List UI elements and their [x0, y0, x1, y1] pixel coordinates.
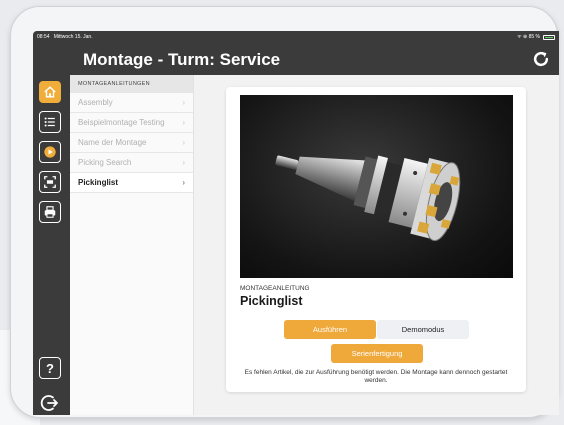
- assembly-card: MONTAGEANLEITUNG Pickinglist Ausführen D…: [226, 87, 526, 392]
- list-item-label: Beispielmontage Testing: [78, 118, 165, 127]
- logout-icon: [40, 395, 58, 411]
- app-header: Montage - Turm: Service: [33, 43, 559, 75]
- list-item-label: Picking Search: [78, 158, 132, 167]
- list-item-beispielmontage[interactable]: Beispielmontage Testing ›: [70, 113, 193, 133]
- status-time: 08:54: [37, 34, 50, 40]
- side-rail: ?: [33, 75, 70, 415]
- list-item-name-der-montage[interactable]: Name der Montage ›: [70, 133, 193, 153]
- status-bar: 08:54 Mittwoch 15. Jan. ᯤ ⊕ 85 %: [33, 31, 559, 43]
- status-indicators: ᯤ ⊕ 85 %: [517, 34, 540, 40]
- status-date: Mittwoch 15. Jan.: [53, 34, 93, 40]
- list-item-assembly[interactable]: Assembly ›: [70, 93, 193, 113]
- detail-content: MONTAGEANLEITUNG Pickinglist Ausführen D…: [194, 75, 559, 415]
- list-icon: [44, 117, 55, 127]
- chevron-right-icon: ›: [182, 178, 185, 187]
- nav-play-button[interactable]: [39, 141, 61, 163]
- chevron-right-icon: ›: [182, 118, 185, 127]
- chevron-right-icon: ›: [182, 138, 185, 147]
- list-item-label: Name der Montage: [78, 138, 147, 147]
- milling-tool-illustration: [275, 155, 461, 242]
- logout-button[interactable]: [40, 393, 60, 413]
- demo-mode-button[interactable]: Demomodus: [377, 320, 469, 339]
- nav-scan-button[interactable]: [39, 171, 61, 193]
- chevron-right-icon: ›: [182, 98, 185, 107]
- nav-print-button[interactable]: [39, 201, 61, 223]
- list-item-label: Pickinglist: [78, 178, 119, 187]
- list-item-label: Assembly: [78, 98, 113, 107]
- refresh-button[interactable]: [531, 49, 551, 69]
- refresh-icon: [533, 51, 549, 67]
- tablet-frame: 08:54 Mittwoch 15. Jan. ᯤ ⊕ 85 % Montage…: [10, 6, 559, 418]
- nav-list-button[interactable]: [39, 111, 61, 133]
- list-item-pickinglist[interactable]: Pickinglist ›: [70, 173, 193, 193]
- print-icon: [44, 206, 56, 218]
- missing-articles-warning: Es fehlen Artikel, die zur Ausführung be…: [244, 369, 508, 384]
- battery-icon: [543, 34, 555, 40]
- nav-home-button[interactable]: [39, 81, 61, 103]
- execute-button[interactable]: Ausführen: [284, 320, 376, 339]
- card-title: Pickinglist: [240, 294, 303, 308]
- list-header: MONTAGEANLEITUNGEN: [70, 75, 193, 93]
- page-title: Montage - Turm: Service: [83, 50, 281, 69]
- help-button[interactable]: ?: [39, 357, 61, 379]
- home-icon: [44, 86, 56, 98]
- product-image: [240, 95, 513, 278]
- card-overline: MONTAGEANLEITUNG: [240, 285, 310, 292]
- chevron-right-icon: ›: [182, 158, 185, 167]
- app-screen: 08:54 Mittwoch 15. Jan. ᯤ ⊕ 85 % Montage…: [33, 31, 559, 415]
- assembly-list-panel: MONTAGEANLEITUNGEN Assembly › Beispielmo…: [70, 75, 194, 415]
- list-item-picking-search[interactable]: Picking Search ›: [70, 153, 193, 173]
- series-production-button[interactable]: Serienfertigung: [331, 344, 423, 363]
- play-icon: [44, 146, 56, 158]
- scan-icon: [44, 176, 56, 188]
